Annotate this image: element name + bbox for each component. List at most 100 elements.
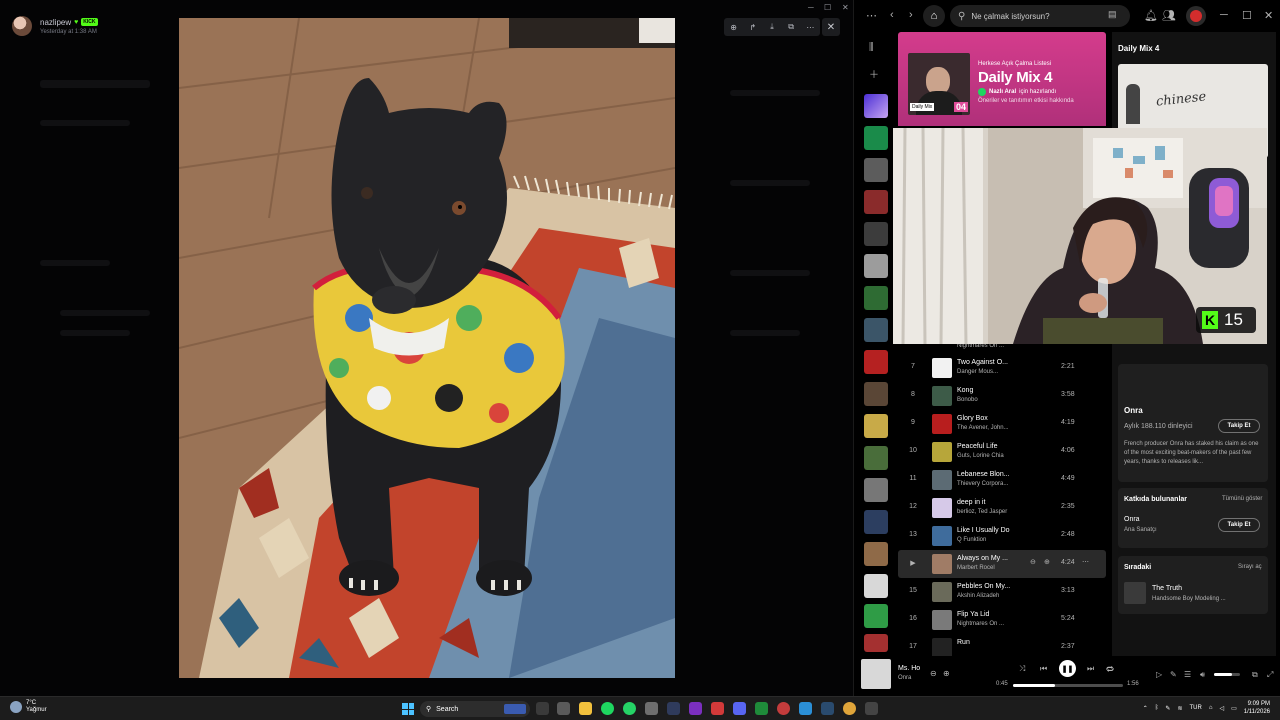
app-icon[interactable] <box>799 702 812 715</box>
task-view-icon[interactable] <box>536 702 549 715</box>
library-item[interactable] <box>864 414 888 438</box>
repeat-icon[interactable]: 🔁︎ <box>1106 664 1114 676</box>
miniplayer-icon[interactable]: ⧉ <box>1252 670 1258 680</box>
credit-artist[interactable]: Onra <box>1124 516 1140 523</box>
menu-dots-icon[interactable]: ⋯ <box>866 9 877 22</box>
track-artist[interactable]: Bonobo <box>957 397 978 403</box>
track-title[interactable]: Flip Ya Lid <box>957 611 989 618</box>
xbox-icon[interactable] <box>755 702 768 715</box>
forward-nav-icon[interactable]: › <box>909 9 913 21</box>
track-row[interactable]: 10 Peaceful Life Guts, Lorine Chia 4:06 <box>898 438 1106 466</box>
track-artist[interactable]: Marbert Rocel <box>957 565 995 571</box>
download-icon[interactable]: ⤓ <box>766 22 778 32</box>
follow-credit-button[interactable]: Takip Et <box>1218 518 1260 532</box>
open-external-icon[interactable]: ⧉ <box>785 22 797 32</box>
remove-icon[interactable]: ⊖ <box>930 669 937 678</box>
library-item[interactable] <box>864 126 888 150</box>
track-artist[interactable]: Nightmares On ... <box>957 621 1004 627</box>
friends-icon[interactable]: 👥︎ <box>1162 9 1176 22</box>
track-row[interactable]: 7 Two Against O... Danger Mous... 2:21 <box>898 354 1106 382</box>
now-playing-view-icon[interactable]: ▷ <box>1156 670 1162 679</box>
library-item[interactable] <box>864 574 888 598</box>
now-playing-art[interactable] <box>861 659 891 689</box>
pen-icon[interactable]: ✎ <box>1165 705 1170 712</box>
now-playing-artist[interactable]: Onra <box>898 675 911 681</box>
shuffle-icon[interactable]: ⤨ <box>1019 664 1025 674</box>
widgets-icon[interactable] <box>557 702 570 715</box>
add-icon[interactable]: ＋ <box>869 66 879 81</box>
more-options-icon[interactable]: ⋯ <box>1082 558 1089 566</box>
avatar[interactable] <box>12 16 32 36</box>
track-title[interactable]: Peaceful Life <box>957 443 997 450</box>
close-window-icon[interactable]: ✕ <box>1264 9 1273 22</box>
track-title[interactable]: deep in it <box>957 499 985 506</box>
track-artist[interactable]: Danger Mous... <box>957 369 998 375</box>
lyrics-icon[interactable]: ✎ <box>1170 670 1177 679</box>
spotify-app-icon[interactable] <box>601 702 614 715</box>
search-input[interactable] <box>971 11 1092 21</box>
track-row[interactable]: ▶ Always on My ... Marbert Rocel ⊖ ⊕ 4:24 ⋯ <box>898 550 1106 578</box>
library-item[interactable] <box>864 510 888 534</box>
photoshop-icon[interactable] <box>667 702 680 715</box>
library-item[interactable] <box>864 604 888 628</box>
clock[interactable]: 9:09 PM 1/11/2026 <box>1244 700 1270 716</box>
maximize-icon[interactable]: ☐ <box>824 3 831 12</box>
volume-icon[interactable]: 🔊︎ <box>1200 670 1205 680</box>
track-row[interactable]: 12 deep in it berlioz, Ted Jasper 2:35 <box>898 494 1106 522</box>
credits-show-all-link[interactable]: Tümünü göster <box>1222 496 1262 502</box>
battery-icon[interactable]: ▭ <box>1231 705 1237 712</box>
track-row[interactable]: 16 Flip Ya Lid Nightmares On ... 5:24 <box>898 606 1106 634</box>
track-artist[interactable]: Akshin Alizadeh <box>957 593 999 599</box>
track-artist[interactable]: berlioz, Ted Jasper <box>957 509 1007 515</box>
playlist-note[interactable]: Öneriler ve tanıtımın etkisi hakkında <box>978 98 1074 104</box>
browse-icon[interactable]: ▤ <box>1108 9 1117 20</box>
liked-songs-thumb[interactable] <box>864 94 888 118</box>
track-row[interactable]: 11 Lebanese Blon... Thievery Corpora... 4:4… <box>898 466 1106 494</box>
track-title[interactable]: Two Against O... <box>957 359 1008 366</box>
user-avatar[interactable] <box>1186 6 1206 26</box>
weather-widget[interactable]: 7°C Yağmur <box>10 700 47 714</box>
start-button[interactable] <box>402 703 414 715</box>
library-item[interactable] <box>864 286 888 310</box>
queue-icon[interactable]: ☰ <box>1184 670 1191 679</box>
library-item[interactable] <box>864 350 888 374</box>
notifications-icon[interactable]: 🔔︎ <box>1144 9 1158 22</box>
previous-icon[interactable]: ⏮︎ <box>1040 664 1047 674</box>
back-icon[interactable]: ‹ <box>890 9 894 21</box>
discord-icon[interactable] <box>733 702 746 715</box>
network-icon[interactable]: ⌂ <box>1209 705 1213 711</box>
close-window-icon[interactable]: ✕ <box>842 3 849 12</box>
forward-icon[interactable]: ↱ <box>747 23 759 32</box>
next-track-title[interactable]: The Truth <box>1152 585 1182 592</box>
track-row[interactable]: 13 Like I Usually Do Q Funktion 2:48 <box>898 522 1106 550</box>
wifi-icon[interactable]: ≋ <box>1177 705 1182 712</box>
library-item[interactable] <box>864 478 888 502</box>
minimize-icon[interactable]: ─ <box>1220 9 1228 21</box>
track-artist[interactable]: Q Funktion <box>957 537 986 543</box>
artist-name[interactable]: Onra <box>1124 406 1143 415</box>
play-track-icon[interactable]: ▶ <box>906 559 920 567</box>
close-viewer-button[interactable]: ✕ <box>822 18 840 36</box>
home-button[interactable]: ⌂ <box>923 5 945 27</box>
add-icon[interactable]: ⊕ <box>1044 558 1050 566</box>
track-title[interactable]: Lebanese Blon... <box>957 471 1010 478</box>
volume-tray-icon[interactable]: ◁ <box>1219 705 1224 712</box>
steam-icon[interactable] <box>821 702 834 715</box>
taskbar-search[interactable]: ⚲ Search <box>420 701 530 717</box>
queue-open-link[interactable]: Sırayı aç <box>1238 564 1262 570</box>
zoom-icon[interactable]: ⊕ <box>728 23 740 32</box>
track-title[interactable]: Glory Box <box>957 415 988 422</box>
track-row[interactable]: 15 Pebbles On My... Akshin Alizadeh 3:13 <box>898 578 1106 606</box>
next-track-artist[interactable]: Handsome Boy Modeling ... <box>1152 596 1226 602</box>
chevron-up-icon[interactable]: ⌃ <box>1143 705 1148 712</box>
minimize-icon[interactable]: ─ <box>808 3 814 12</box>
search-box[interactable]: ⚲ <box>950 5 1130 27</box>
library-item[interactable] <box>864 446 888 470</box>
track-title[interactable]: Kong <box>957 387 973 394</box>
track-row[interactable]: 8 Kong Bonobo 3:58 <box>898 382 1106 410</box>
volume-slider[interactable] <box>1214 673 1240 676</box>
follow-artist-button[interactable]: Takip Et <box>1218 419 1260 433</box>
made-for-user[interactable]: Nazlı Aral <box>989 89 1016 95</box>
more-icon[interactable]: ⋯ <box>804 23 816 32</box>
track-row[interactable]: 9 Glory Box The Avener, John... 4:19 <box>898 410 1106 438</box>
